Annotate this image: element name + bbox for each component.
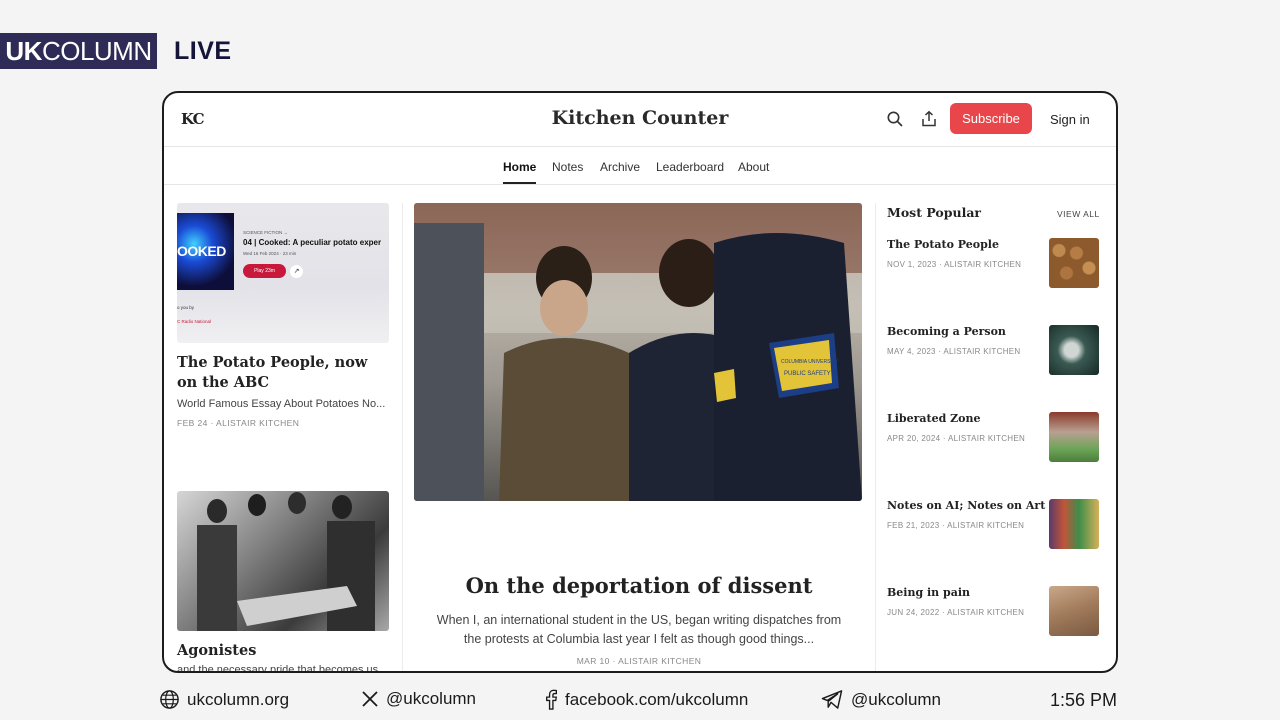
footer-x: @ukcolumn [361,689,476,709]
brand-bold: UK [5,35,42,66]
hero-subtitle: When I, an international student in the … [436,613,842,646]
post-thumbnail-potato-abc[interactable]: OOKED SCIENCE FICTION → 04 | Cooked: A p… [177,203,389,343]
website-frame: KC Kitchen Counter Subscribe Sign in Hom… [162,91,1118,673]
popular-item-meta: FEB 21, 2023 · ALISTAIR KITCHEN [887,521,1025,530]
x-icon [362,691,378,707]
post-meta: FEB 24 · ALISTAIR KITCHEN [177,418,300,428]
play-label: Play 23m [254,268,275,274]
tiny-network: C Radio National [177,319,212,324]
tiny-presented: o you by [177,305,195,310]
popular-item-title[interactable]: Being in pain [887,586,970,599]
most-popular-heading: Most Popular [887,205,982,220]
clock-time: 1:56 PM [1050,690,1118,710]
signin-link[interactable]: Sign in [1050,112,1090,127]
post-subtitle: World Famous Essay About Potatoes No... [177,398,386,410]
episode-title: 04 | Cooked: A peculiar potato exper [243,238,382,247]
popular-item-meta: JUN 24, 2022 · ALISTAIR KITCHEN [887,608,1025,617]
bw-photo-figures [197,492,375,631]
view-all-link[interactable]: VIEW ALL [1057,209,1100,219]
popular-thumb-potatoes[interactable] [1049,238,1099,288]
footer-website: ukcolumn.org [159,689,289,710]
search-icon[interactable] [886,110,904,128]
cover-art-word: OOKED [177,243,226,259]
live-label: LIVE [174,37,232,65]
footer-telegram: @ukcolumn [820,689,941,710]
footer-x-text: @ukcolumn [386,689,477,708]
popular-item-title[interactable]: Notes on AI; Notes on Art [887,499,1045,512]
site-header: KC Kitchen Counter Subscribe Sign in [164,93,1116,147]
facebook-icon [546,689,558,710]
subscribe-button[interactable]: Subscribe [950,103,1032,134]
ukcolumn-logo: UK COLUMN [0,33,157,69]
popular-thumb-partial [1049,672,1099,673]
badge-text-2: PUBLIC SAFETY [784,371,831,377]
post-title[interactable]: Agonistes [177,641,391,661]
nav-active-indicator [503,182,536,184]
episode-date: Wed 16 Feb 2024 · 23 min [243,251,297,256]
nav-about[interactable]: About [738,160,769,174]
column-divider-left [402,203,403,671]
badge-text-1: COLUMBIA UNIVERSITY [781,359,839,365]
popular-item-meta: MAY 4, 2023 · ALISTAIR KITCHEN [887,347,1021,356]
popular-item-meta: APR 20, 2024 · ALISTAIR KITCHEN [887,434,1026,443]
footer-telegram-text: @ukcolumn [851,689,942,709]
hero-meta: MAR 10 · ALISTAIR KITCHEN [576,656,702,666]
post-thumbnail-agonistes[interactable] [177,491,389,631]
footer-facebook: facebook.com/ukcolumn [544,689,748,710]
nav-notes[interactable]: Notes [552,160,583,174]
popular-item-title[interactable]: Becoming a Person [887,325,1006,338]
post-subtitle: and the necessary pride that becomes us.… [177,664,388,673]
brand-rest: COLUMN [41,35,152,66]
nav-archive[interactable]: Archive [600,160,640,174]
popular-thumb-person[interactable] [1049,325,1099,375]
popular-item-title[interactable]: Liberated Zone [887,412,981,425]
popular-item-meta: NOV 1, 2023 · ALISTAIR KITCHEN [887,260,1022,269]
share-arrow-icon: ↗ [290,265,303,278]
popular-thumb-liberated-zone[interactable] [1049,412,1099,462]
popular-thumb-ai-art[interactable] [1049,499,1099,549]
telegram-icon [821,690,843,709]
hero-image[interactable]: COLUMBIA UNIVERSITY PUBLIC SAFETY [414,203,862,501]
column-divider-right [875,203,876,671]
podcast-cover-art: OOKED [177,213,234,290]
popular-thumb-pain[interactable] [1049,586,1099,636]
hero-title[interactable]: On the deportation of dissent [414,573,864,598]
footer-facebook-text: facebook.com/ukcolumn [565,689,749,709]
hero-photo-scene: COLUMBIA UNIVERSITY PUBLIC SAFETY [414,203,862,501]
popular-item-title[interactable]: The Potato People [887,238,999,251]
play-button[interactable]: Play 23m [243,264,286,278]
footer-website-text: ukcolumn.org [187,689,290,709]
nav-leaderboard[interactable]: Leaderboard [656,160,724,174]
globe-icon [160,690,179,709]
site-nav: Home Notes Archive Leaderboard About [164,148,1116,185]
tiny-kicker: SCIENCE FICTION → [243,230,289,235]
post-title[interactable]: The Potato People, now on the ABC [177,353,391,393]
nav-home[interactable]: Home [503,160,536,174]
share-icon[interactable] [920,110,938,128]
